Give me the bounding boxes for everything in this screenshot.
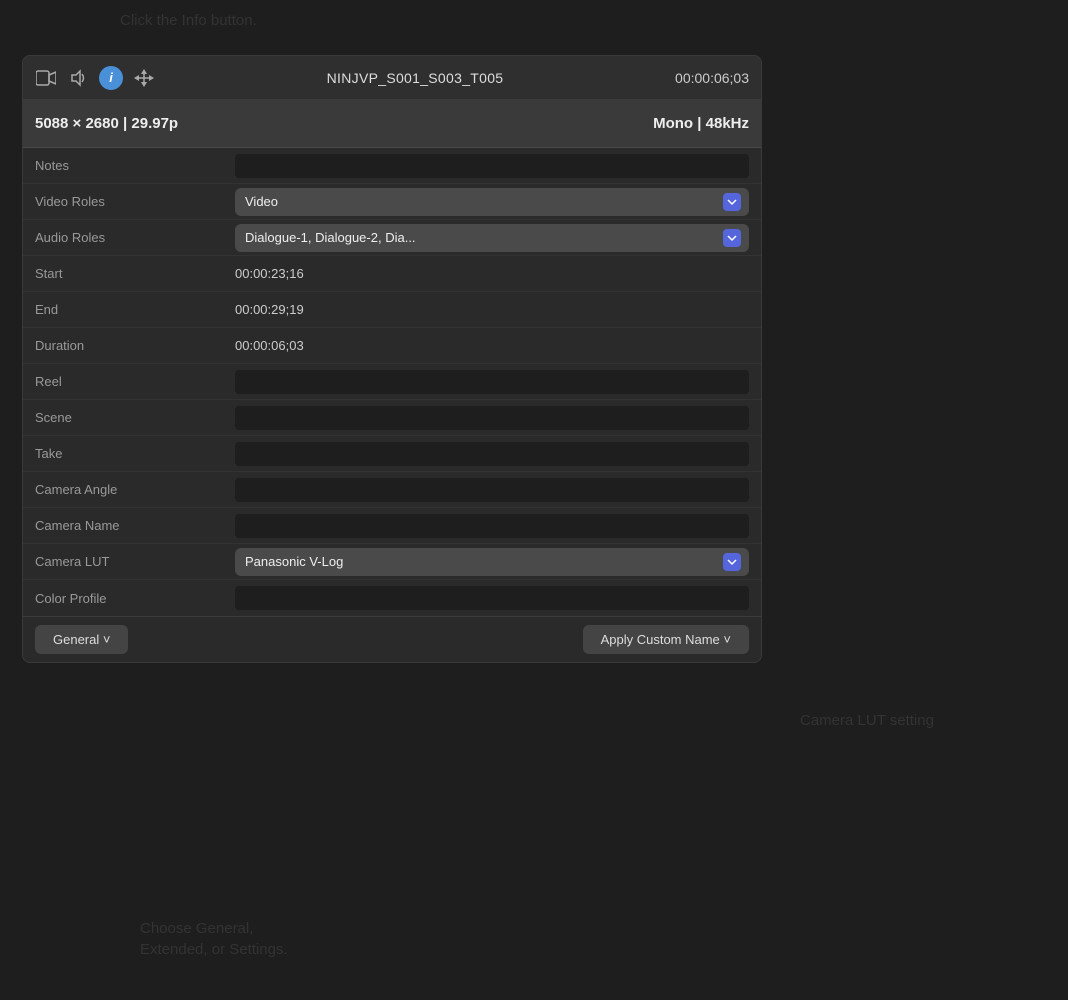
prop-input-camera-angle[interactable]: [235, 478, 749, 502]
action-bar: General ˅ Apply Custom Name ˅: [23, 616, 761, 662]
prop-value-duration: 00:00:06;03: [235, 338, 749, 353]
prop-row: Video RolesVideo: [23, 184, 761, 220]
prop-row: End00:00:29;19: [23, 292, 761, 328]
callout-general-label: Choose General, Extended, or Settings.: [140, 918, 288, 960]
prop-row: Camera Angle: [23, 472, 761, 508]
prop-select-video-roles[interactable]: Video: [235, 188, 749, 216]
prop-input-take[interactable]: [235, 442, 749, 466]
general-button[interactable]: General ˅: [35, 625, 128, 654]
prop-select-camera-lut[interactable]: Panasonic V-Log: [235, 548, 749, 576]
toolbar-title: NINJVP_S001_S003_T005: [165, 70, 665, 86]
info-button[interactable]: i: [99, 66, 123, 90]
prop-input-scene[interactable]: [235, 406, 749, 430]
prop-label-end: End: [35, 302, 235, 317]
callout-lut-label: Camera LUT setting: [800, 710, 934, 731]
prop-label-camera-name: Camera Name: [35, 518, 235, 533]
prop-value-start: 00:00:23;16: [235, 266, 749, 281]
info-bar: 5088 × 2680 | 29.97p Mono | 48kHz: [23, 100, 761, 148]
prop-row: Duration00:00:06;03: [23, 328, 761, 364]
prop-input-reel[interactable]: [235, 370, 749, 394]
prop-row: Take: [23, 436, 761, 472]
prop-row: Color Profile: [23, 580, 761, 616]
resolution-framerate: 5088 × 2680 | 29.97p: [35, 115, 178, 132]
toolbar: i NINJVP_S001_S003_T005 00:00:06;03: [23, 56, 761, 100]
apply-custom-name-button[interactable]: Apply Custom Name ˅: [583, 625, 749, 654]
prop-select-audio-roles[interactable]: Dialogue-1, Dialogue-2, Dia...: [235, 224, 749, 252]
toolbar-timecode: 00:00:06;03: [675, 70, 749, 86]
callout-info-label: Click the Info button.: [120, 10, 257, 31]
prop-input-notes[interactable]: [235, 154, 749, 178]
prop-label-camera-lut: Camera LUT: [35, 554, 235, 569]
properties-list: NotesVideo RolesVideoAudio RolesDialogue…: [23, 148, 761, 616]
prop-label-start: Start: [35, 266, 235, 281]
prop-value-end: 00:00:29;19: [235, 302, 749, 317]
prop-row: Camera LUTPanasonic V-Log: [23, 544, 761, 580]
prop-label-video-roles: Video Roles: [35, 194, 235, 209]
prop-label-camera-angle: Camera Angle: [35, 482, 235, 497]
prop-label-notes: Notes: [35, 158, 235, 173]
prop-row: Notes: [23, 148, 761, 184]
prop-row: Audio RolesDialogue-1, Dialogue-2, Dia..…: [23, 220, 761, 256]
prop-select-wrap: Panasonic V-Log: [235, 548, 749, 576]
prop-label-audio-roles: Audio Roles: [35, 230, 235, 245]
prop-input-color-profile[interactable]: [235, 586, 749, 610]
prop-row: Start00:00:23;16: [23, 256, 761, 292]
prop-label-reel: Reel: [35, 374, 235, 389]
prop-row: Scene: [23, 400, 761, 436]
prop-select-wrap: Video: [235, 188, 749, 216]
audio-info: Mono | 48kHz: [653, 115, 749, 132]
prop-label-duration: Duration: [35, 338, 235, 353]
prop-input-camera-name[interactable]: [235, 514, 749, 538]
prop-label-take: Take: [35, 446, 235, 461]
audio-icon[interactable]: [67, 67, 89, 89]
inspector-panel: i NINJVP_S001_S003_T005 00:00:06;03 5088…: [22, 55, 762, 663]
prop-row: Reel: [23, 364, 761, 400]
prop-row: Camera Name: [23, 508, 761, 544]
video-icon[interactable]: [35, 67, 57, 89]
prop-label-scene: Scene: [35, 410, 235, 425]
prop-label-color-profile: Color Profile: [35, 591, 235, 606]
transform-icon[interactable]: [133, 67, 155, 89]
prop-select-wrap: Dialogue-1, Dialogue-2, Dia...: [235, 224, 749, 252]
